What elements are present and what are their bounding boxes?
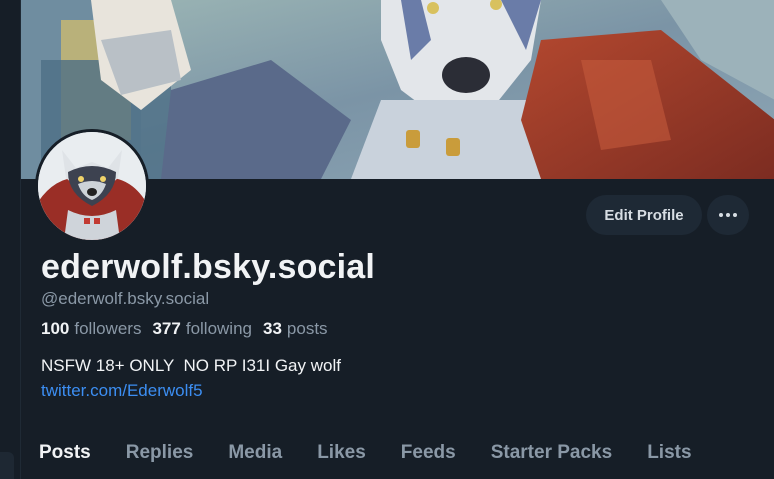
edit-profile-button[interactable]: Edit Profile — [586, 195, 702, 235]
tab-feeds[interactable]: Feeds — [401, 430, 456, 479]
followers-stat[interactable]: 100 followers — [41, 319, 141, 339]
profile-link[interactable]: twitter.com/Ederwolf5 — [41, 381, 203, 401]
posts-count: 33 — [263, 319, 282, 338]
left-gutter — [0, 0, 20, 479]
avatar[interactable] — [35, 129, 149, 243]
profile-tabs: Posts Replies Media Likes Feeds Starter … — [21, 430, 774, 479]
profile-bio: NSFW 18+ ONLY NO RP I31I Gay wolf — [41, 356, 341, 375]
tab-posts[interactable]: Posts — [39, 430, 91, 479]
profile-stats: 100 followers 377 following 33 posts — [41, 319, 328, 339]
tab-likes[interactable]: Likes — [317, 430, 366, 479]
followers-label: followers — [74, 319, 142, 338]
display-name: ederwolf.bsky.social — [41, 248, 376, 286]
followers-count: 100 — [41, 319, 70, 338]
tab-lists[interactable]: Lists — [647, 430, 691, 479]
posts-label: posts — [286, 319, 328, 338]
tab-starter-packs[interactable]: Starter Packs — [491, 430, 612, 479]
posts-stat: 33 posts — [263, 319, 328, 339]
handle: @ederwolf.bsky.social — [41, 289, 210, 308]
scroll-edge — [0, 452, 14, 479]
ellipsis-horizontal-icon — [719, 213, 737, 217]
following-label: following — [185, 319, 252, 338]
tab-replies[interactable]: Replies — [126, 430, 194, 479]
profile-column: Edit Profile ederwolf.bsky.social @ederw… — [20, 0, 774, 479]
following-count: 377 — [152, 319, 181, 338]
following-stat[interactable]: 377 following — [152, 319, 252, 339]
more-options-button[interactable] — [707, 195, 749, 235]
tab-media[interactable]: Media — [228, 430, 282, 479]
